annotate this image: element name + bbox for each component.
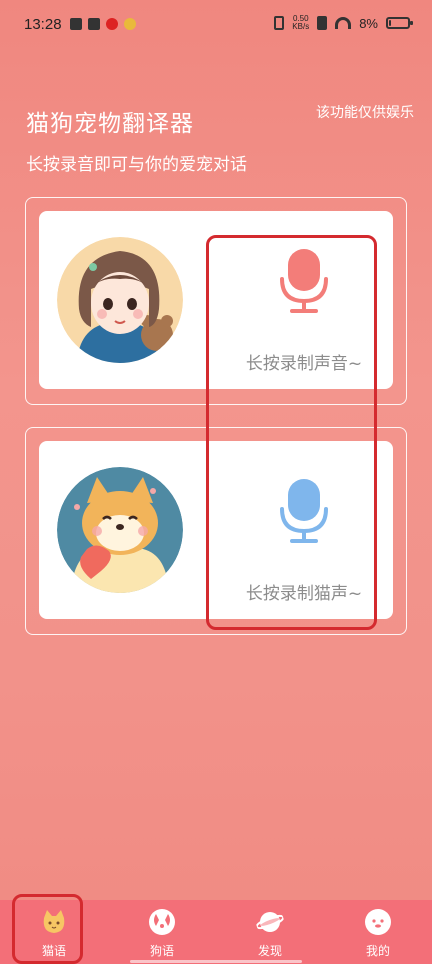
tab-discover[interactable]: 发现	[216, 900, 324, 964]
page-subtitle: 长按录音即可与你的爱宠对话	[26, 155, 247, 175]
net-speed-unit: KB/s	[292, 22, 310, 31]
shiba-dog-avatar	[57, 467, 183, 593]
highlight-box-mic-column	[206, 235, 377, 630]
battery-icon	[386, 17, 413, 29]
tab-dog-language[interactable]: 狗语	[108, 900, 216, 964]
tab-mine[interactable]: 我的	[324, 900, 432, 964]
weibo-icon	[106, 18, 118, 30]
tab-label: 我的	[365, 944, 390, 958]
notification-icons	[70, 18, 136, 30]
tab-label: 狗语	[149, 944, 174, 958]
vibrate-icon	[274, 16, 285, 30]
status-time: 13:28	[24, 16, 62, 33]
status-right: 0.50 KB/s 8%	[274, 15, 413, 31]
status-bar: 13:28 0.50 KB/s 8%	[0, 0, 432, 50]
disclaimer-text: 该功能仅供娱乐	[316, 105, 414, 121]
girl-avatar	[57, 237, 183, 363]
page-title: 猫狗宠物翻译器	[26, 111, 194, 137]
no-sim-icon	[317, 16, 328, 30]
face-icon	[365, 909, 391, 935]
battery-percent: 8%	[359, 15, 378, 31]
home-indicator[interactable]	[130, 960, 302, 963]
highlight-box-cat-tab	[12, 894, 83, 964]
wifi-icon	[335, 17, 352, 29]
planet-icon	[256, 912, 284, 932]
sim-card-icon	[70, 18, 82, 30]
dog-icon	[149, 909, 175, 935]
tab-label: 发现	[257, 944, 282, 958]
net-speed: 0.50 KB/s	[292, 15, 309, 31]
app-notification-icon	[124, 18, 136, 30]
battery-level	[389, 20, 391, 26]
tiktok-icon	[88, 18, 100, 30]
